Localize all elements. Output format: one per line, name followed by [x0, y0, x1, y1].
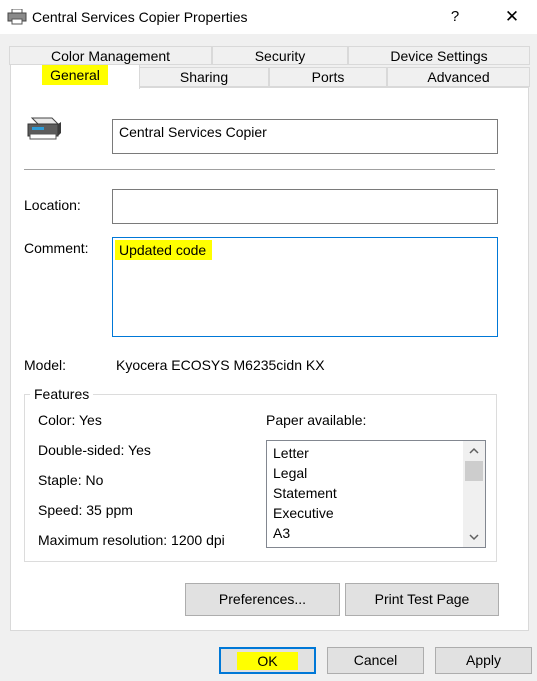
list-item[interactable]: A3: [273, 525, 290, 541]
feature-color: Color: Yes: [38, 412, 102, 428]
tab-general[interactable]: General: [10, 64, 140, 89]
scroll-thumb[interactable]: [465, 461, 483, 481]
printer-icon: [7, 8, 27, 28]
tab-label: Advanced: [427, 69, 490, 85]
list-item[interactable]: Legal: [273, 465, 307, 481]
feature-staple: Staple: No: [38, 472, 104, 488]
apply-button[interactable]: Apply: [435, 647, 532, 674]
tab-label: Ports: [311, 69, 345, 85]
feature-speed: Speed: 35 ppm: [38, 502, 133, 518]
list-item[interactable]: Letter: [273, 445, 309, 461]
tab-ports[interactable]: Ports: [269, 67, 387, 87]
scroll-down-icon[interactable]: [463, 529, 485, 545]
tab-security[interactable]: Security: [212, 46, 348, 65]
scroll-up-icon[interactable]: [463, 443, 485, 459]
comment-label: Comment:: [24, 240, 89, 256]
location-input[interactable]: [112, 189, 498, 224]
tab-device-settings[interactable]: Device Settings: [348, 46, 530, 65]
list-item[interactable]: Statement: [273, 485, 337, 501]
comment-text: Updated code: [115, 240, 213, 260]
print-test-page-button[interactable]: Print Test Page: [345, 583, 499, 616]
printer-name-input[interactable]: Central Services Copier: [112, 119, 498, 154]
model-value: Kyocera ECOSYS M6235cidn KX: [116, 357, 325, 373]
close-button[interactable]: ✕: [498, 6, 526, 28]
tab-sharing[interactable]: Sharing: [139, 67, 269, 87]
separator: [24, 169, 495, 170]
tab-label: Security: [254, 48, 306, 64]
help-button[interactable]: ?: [442, 6, 468, 28]
tab-label: General: [42, 65, 108, 85]
features-title: Features: [30, 386, 94, 402]
location-label: Location:: [24, 197, 81, 213]
tab-label: Device Settings: [390, 48, 488, 64]
preferences-button[interactable]: Preferences...: [185, 583, 340, 616]
paper-listbox[interactable]: Letter Legal Statement Executive A3: [266, 440, 486, 548]
paper-available-label: Paper available:: [266, 412, 367, 428]
model-label: Model:: [24, 357, 67, 373]
tab-label: Sharing: [179, 69, 229, 85]
window-title: Central Services Copier Properties: [32, 9, 248, 25]
printer-device-icon: [24, 114, 62, 145]
ok-button[interactable]: OK: [219, 647, 316, 674]
tab-advanced[interactable]: Advanced: [387, 67, 530, 87]
list-item[interactable]: Executive: [273, 505, 334, 521]
ok-label: OK: [237, 652, 298, 670]
tab-color-management[interactable]: Color Management: [9, 46, 212, 65]
cancel-button[interactable]: Cancel: [327, 647, 424, 674]
comment-input[interactable]: Updated code: [112, 237, 498, 337]
feature-double-sided: Double-sided: Yes: [38, 442, 151, 458]
feature-max-resolution: Maximum resolution: 1200 dpi: [38, 532, 225, 548]
